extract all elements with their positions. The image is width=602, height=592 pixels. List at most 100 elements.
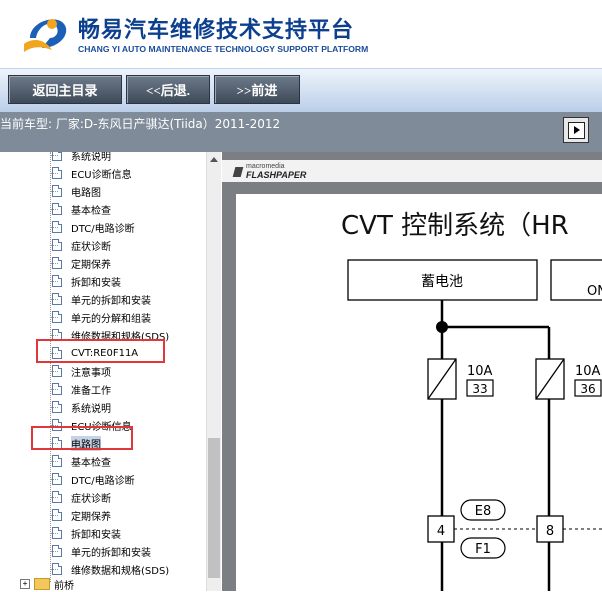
tree-item-label: 定期保养: [71, 259, 111, 271]
tree-item-label: 基本检查: [71, 205, 111, 217]
flashpaper-mark-icon: [232, 167, 244, 177]
tree-item[interactable]: 电路图: [52, 182, 101, 200]
tree-guide-dot: [50, 245, 58, 246]
tree-item[interactable]: 拆卸和安装: [52, 272, 121, 290]
tree-item-label: 注意事项: [71, 367, 111, 379]
connector-pin-2: 8: [546, 524, 554, 539]
tree-item[interactable]: 系统说明: [52, 152, 111, 164]
highlight-box-circuit: [31, 426, 133, 450]
tree-item-label: 单元的拆卸和安装: [71, 295, 151, 307]
tree-guide-dot: [50, 389, 58, 390]
tree-guide-dot: [50, 569, 58, 570]
tree-item[interactable]: 维修数据和规格(SDS): [52, 560, 169, 578]
fuse-1-number: 33: [472, 382, 487, 396]
tree-guide-dot: [50, 515, 58, 516]
tree-item[interactable]: 单元的分解和组装: [52, 308, 151, 326]
tree-guide-line: [50, 152, 51, 582]
flashpaper-brand-big: FLASHPAPER: [246, 170, 307, 180]
tree-panel: 系统说明 ECU诊断信息 电路图 基本检查 DTC/电路诊断 症状诊断 定期保养 拆卸和安装单…: [0, 152, 206, 591]
tree-item[interactable]: 症状诊断: [52, 488, 111, 506]
document-icon: [52, 152, 62, 161]
tree-guide-dot: [50, 533, 58, 534]
tree-item-label: DTC/电路诊断: [71, 223, 135, 235]
tree-scrollbar[interactable]: [206, 152, 221, 591]
connector-e8-label: E8: [475, 504, 492, 519]
tree-item[interactable]: 症状诊断: [52, 236, 111, 254]
brand-title: 畅易汽车维修技术支持平台: [78, 18, 355, 43]
fuse-1-amp: 10A: [467, 364, 493, 379]
tree-item[interactable]: 基本检查: [52, 452, 111, 470]
tree-guide-dot: [50, 281, 58, 282]
tree-guide-dot: [50, 407, 58, 408]
tree-guide-dot: [50, 479, 58, 480]
tree-item-label: 症状诊断: [71, 493, 111, 505]
tree-guide-dot: [50, 317, 58, 318]
tree-item[interactable]: 准备工作: [52, 380, 111, 398]
tree-item-label: 电路图: [71, 187, 101, 199]
tree-item-label: 症状诊断: [71, 241, 111, 253]
tree-item[interactable]: 注意事项: [52, 362, 111, 380]
tree-item-label: 系统说明: [71, 403, 111, 415]
logo-icon: [24, 19, 67, 52]
expand-icon[interactable]: +: [20, 579, 30, 589]
diagram-title: CVT 控制系统（HR: [341, 211, 569, 241]
document-viewer: macromedia FLASHPAPER CVT 控制系统（HR 蓄电池 ON…: [222, 152, 602, 591]
flashpaper-logo: macromedia FLASHPAPER: [232, 163, 322, 180]
tree-item-label: ECU诊断信息: [71, 169, 132, 181]
tree-guide-dot: [50, 209, 58, 210]
ignition-box-label: ON: [587, 284, 602, 299]
tree-guide-dot: [50, 335, 58, 336]
tree-item[interactable]: 单元的拆卸和安装: [52, 542, 151, 560]
scroll-thumb[interactable]: [208, 438, 220, 578]
tree-item[interactable]: DTC/电路诊断: [52, 218, 135, 236]
document-page: CVT 控制系统（HR 蓄电池 ON 10A 33 10A 36 4: [236, 194, 602, 591]
tree-item-label: 单元的拆卸和安装: [71, 547, 151, 559]
viewer-toolbar: macromedia FLASHPAPER: [222, 160, 602, 182]
tree-item[interactable]: ECU诊断信息: [52, 164, 132, 182]
current-model-text: 当前车型: 厂家:D-东风日产骐达(Tiida）2011-2012: [0, 117, 281, 131]
tree-guide-dot: [50, 155, 58, 156]
forward-button[interactable]: >>前进: [214, 75, 300, 104]
panel-toggle-icon: [567, 121, 585, 139]
tree-item-label: 维修数据和规格(SDS): [71, 565, 170, 577]
nav-toolbar: 返回主目录 <<后退. >>前进: [0, 68, 602, 113]
tree-item-label: 定期保养: [71, 511, 111, 523]
scroll-up-icon[interactable]: [207, 152, 221, 166]
tree-item-label: 单元的分解和组装: [71, 313, 151, 325]
battery-label: 蓄电池: [421, 274, 463, 290]
tree-item[interactable]: 单元的拆卸和安装: [52, 290, 151, 308]
folder-icon: [34, 578, 50, 590]
tree-item[interactable]: 拆卸和安装: [52, 524, 121, 542]
tree-guide-dot: [50, 497, 58, 498]
wiring-diagram: CVT 控制系统（HR 蓄电池 ON 10A 33 10A 36 4: [341, 211, 602, 591]
tree-guide-dot: [50, 191, 58, 192]
tree-folder-front-axle[interactable]: + 前桥: [20, 577, 74, 592]
app-header: 畅易汽车维修技术支持平台 CHANG YI AUTO MAINTENANCE T…: [0, 0, 602, 68]
tree-guide-dot: [50, 227, 58, 228]
tree-item[interactable]: 定期保养: [52, 254, 111, 272]
tree-item-label: 拆卸和安装: [71, 529, 121, 541]
panel-toggle-button[interactable]: [563, 117, 589, 143]
brand-subtitle: CHANG YI AUTO MAINTENANCE TECHNOLOGY SUP…: [78, 44, 369, 54]
tree-item-label: 拆卸和安装: [71, 277, 121, 289]
tree-item[interactable]: 定期保养: [52, 506, 111, 524]
highlight-box-cvt: [36, 339, 165, 363]
flashpaper-brand-small: macromedia: [246, 163, 285, 170]
tree-guide-dot: [50, 173, 58, 174]
connector-f1-label: F1: [475, 542, 491, 557]
tree-item-label: 准备工作: [71, 385, 111, 397]
tree-guide-dot: [50, 551, 58, 552]
tree-item[interactable]: DTC/电路诊断: [52, 470, 135, 488]
tree-item[interactable]: 系统说明: [52, 398, 111, 416]
connector-pin-1: 4: [437, 524, 445, 539]
tree-item[interactable]: 基本检查: [52, 200, 111, 218]
tree-folder-label: 前桥: [54, 580, 74, 592]
home-button[interactable]: 返回主目录: [8, 75, 122, 104]
fuse-2-amp: 10A: [575, 364, 601, 379]
tree-guide-dot: [50, 461, 58, 462]
tree-guide-dot: [50, 371, 58, 372]
model-bar: 当前车型: 厂家:D-东风日产骐达(Tiida）2011-2012: [0, 112, 602, 152]
back-button[interactable]: <<后退.: [126, 75, 210, 104]
tree-item-label: DTC/电路诊断: [71, 475, 135, 487]
fuse-2-number: 36: [580, 382, 595, 396]
